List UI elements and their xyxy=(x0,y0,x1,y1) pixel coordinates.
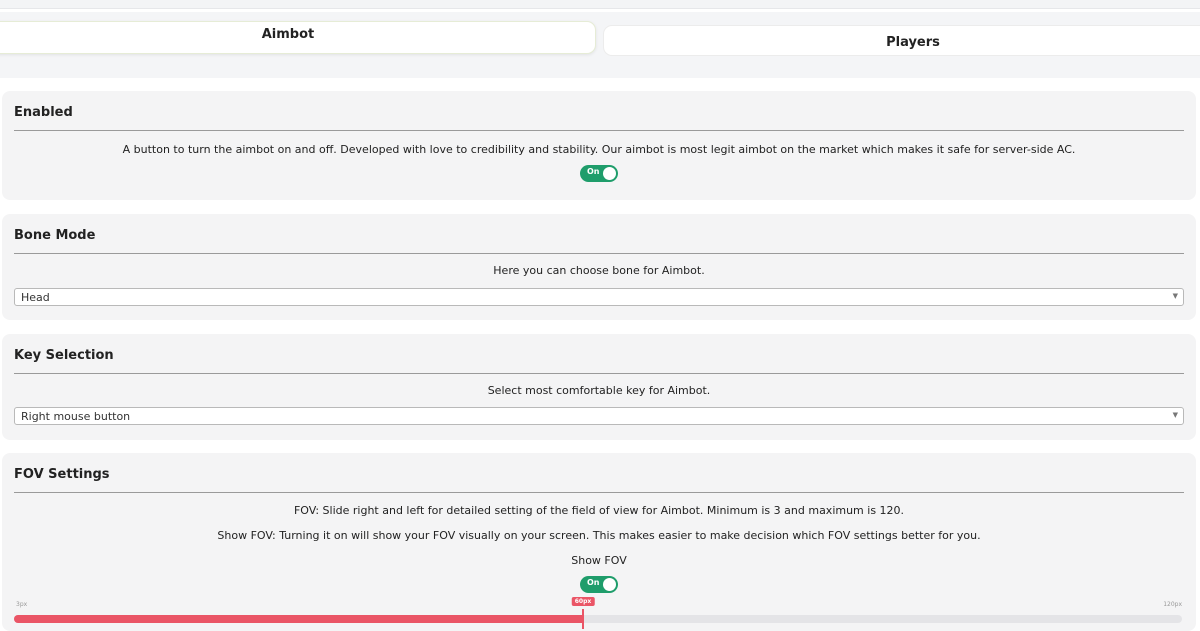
key-selection-select[interactable]: Right mouse button ▼ xyxy=(14,407,1184,425)
fov-slider-value: 60px xyxy=(571,597,595,606)
tab-bar: Aimbot Players xyxy=(0,12,1200,78)
divider xyxy=(14,253,1184,254)
fov-slider-fill xyxy=(14,615,584,623)
divider xyxy=(14,130,1184,131)
enabled-section: Enabled A button to turn the aimbot on a… xyxy=(2,91,1196,200)
select-value: Right mouse button xyxy=(21,410,131,423)
toggle-knob xyxy=(603,167,616,180)
top-strip xyxy=(0,0,1200,9)
tab-players-label: Players xyxy=(886,35,940,50)
section-title: Enabled xyxy=(14,105,73,120)
chevron-down-icon: ▼ xyxy=(1172,411,1178,419)
show-fov-toggle[interactable]: On xyxy=(580,576,618,593)
fov-slider-thumb[interactable] xyxy=(582,609,585,629)
fov-description: FOV: Slide right and left for detailed s… xyxy=(293,504,905,517)
bone-mode-select[interactable]: Head ▼ xyxy=(14,288,1184,306)
show-fov-description: Show FOV: Turning it on will show your F… xyxy=(217,529,981,542)
bone-mode-section: Bone Mode Here you can choose bone for A… xyxy=(2,214,1196,320)
section-description: A button to turn the aimbot on and off. … xyxy=(122,143,1076,156)
slider-min-label: 3px xyxy=(16,601,28,608)
fov-slider-track[interactable]: 60px xyxy=(14,597,1182,629)
key-selection-section: Key Selection Select most comfortable ke… xyxy=(2,334,1196,440)
section-title: Key Selection xyxy=(14,348,114,363)
slider-max-label: 120px xyxy=(1163,601,1182,608)
section-description: Select most comfortable key for Aimbot. xyxy=(487,384,711,397)
tab-aimbot[interactable]: Aimbot xyxy=(0,21,596,54)
chevron-down-icon: ▼ xyxy=(1172,292,1178,300)
divider xyxy=(14,492,1184,493)
toggle-label: On xyxy=(587,578,600,587)
tab-players[interactable]: Players xyxy=(603,25,1200,56)
enabled-toggle[interactable]: On xyxy=(580,165,618,182)
select-value: Head xyxy=(21,291,50,304)
tab-aimbot-label: Aimbot xyxy=(261,27,315,42)
toggle-knob xyxy=(603,578,616,591)
toggle-label: On xyxy=(587,167,600,176)
section-title: FOV Settings xyxy=(14,467,110,482)
section-title: Bone Mode xyxy=(14,228,96,243)
fov-settings-section: FOV Settings FOV: Slide right and left f… xyxy=(2,453,1196,631)
show-fov-label: Show FOV xyxy=(571,554,627,567)
section-description: Here you can choose bone for Aimbot. xyxy=(493,264,705,277)
divider xyxy=(14,373,1184,374)
